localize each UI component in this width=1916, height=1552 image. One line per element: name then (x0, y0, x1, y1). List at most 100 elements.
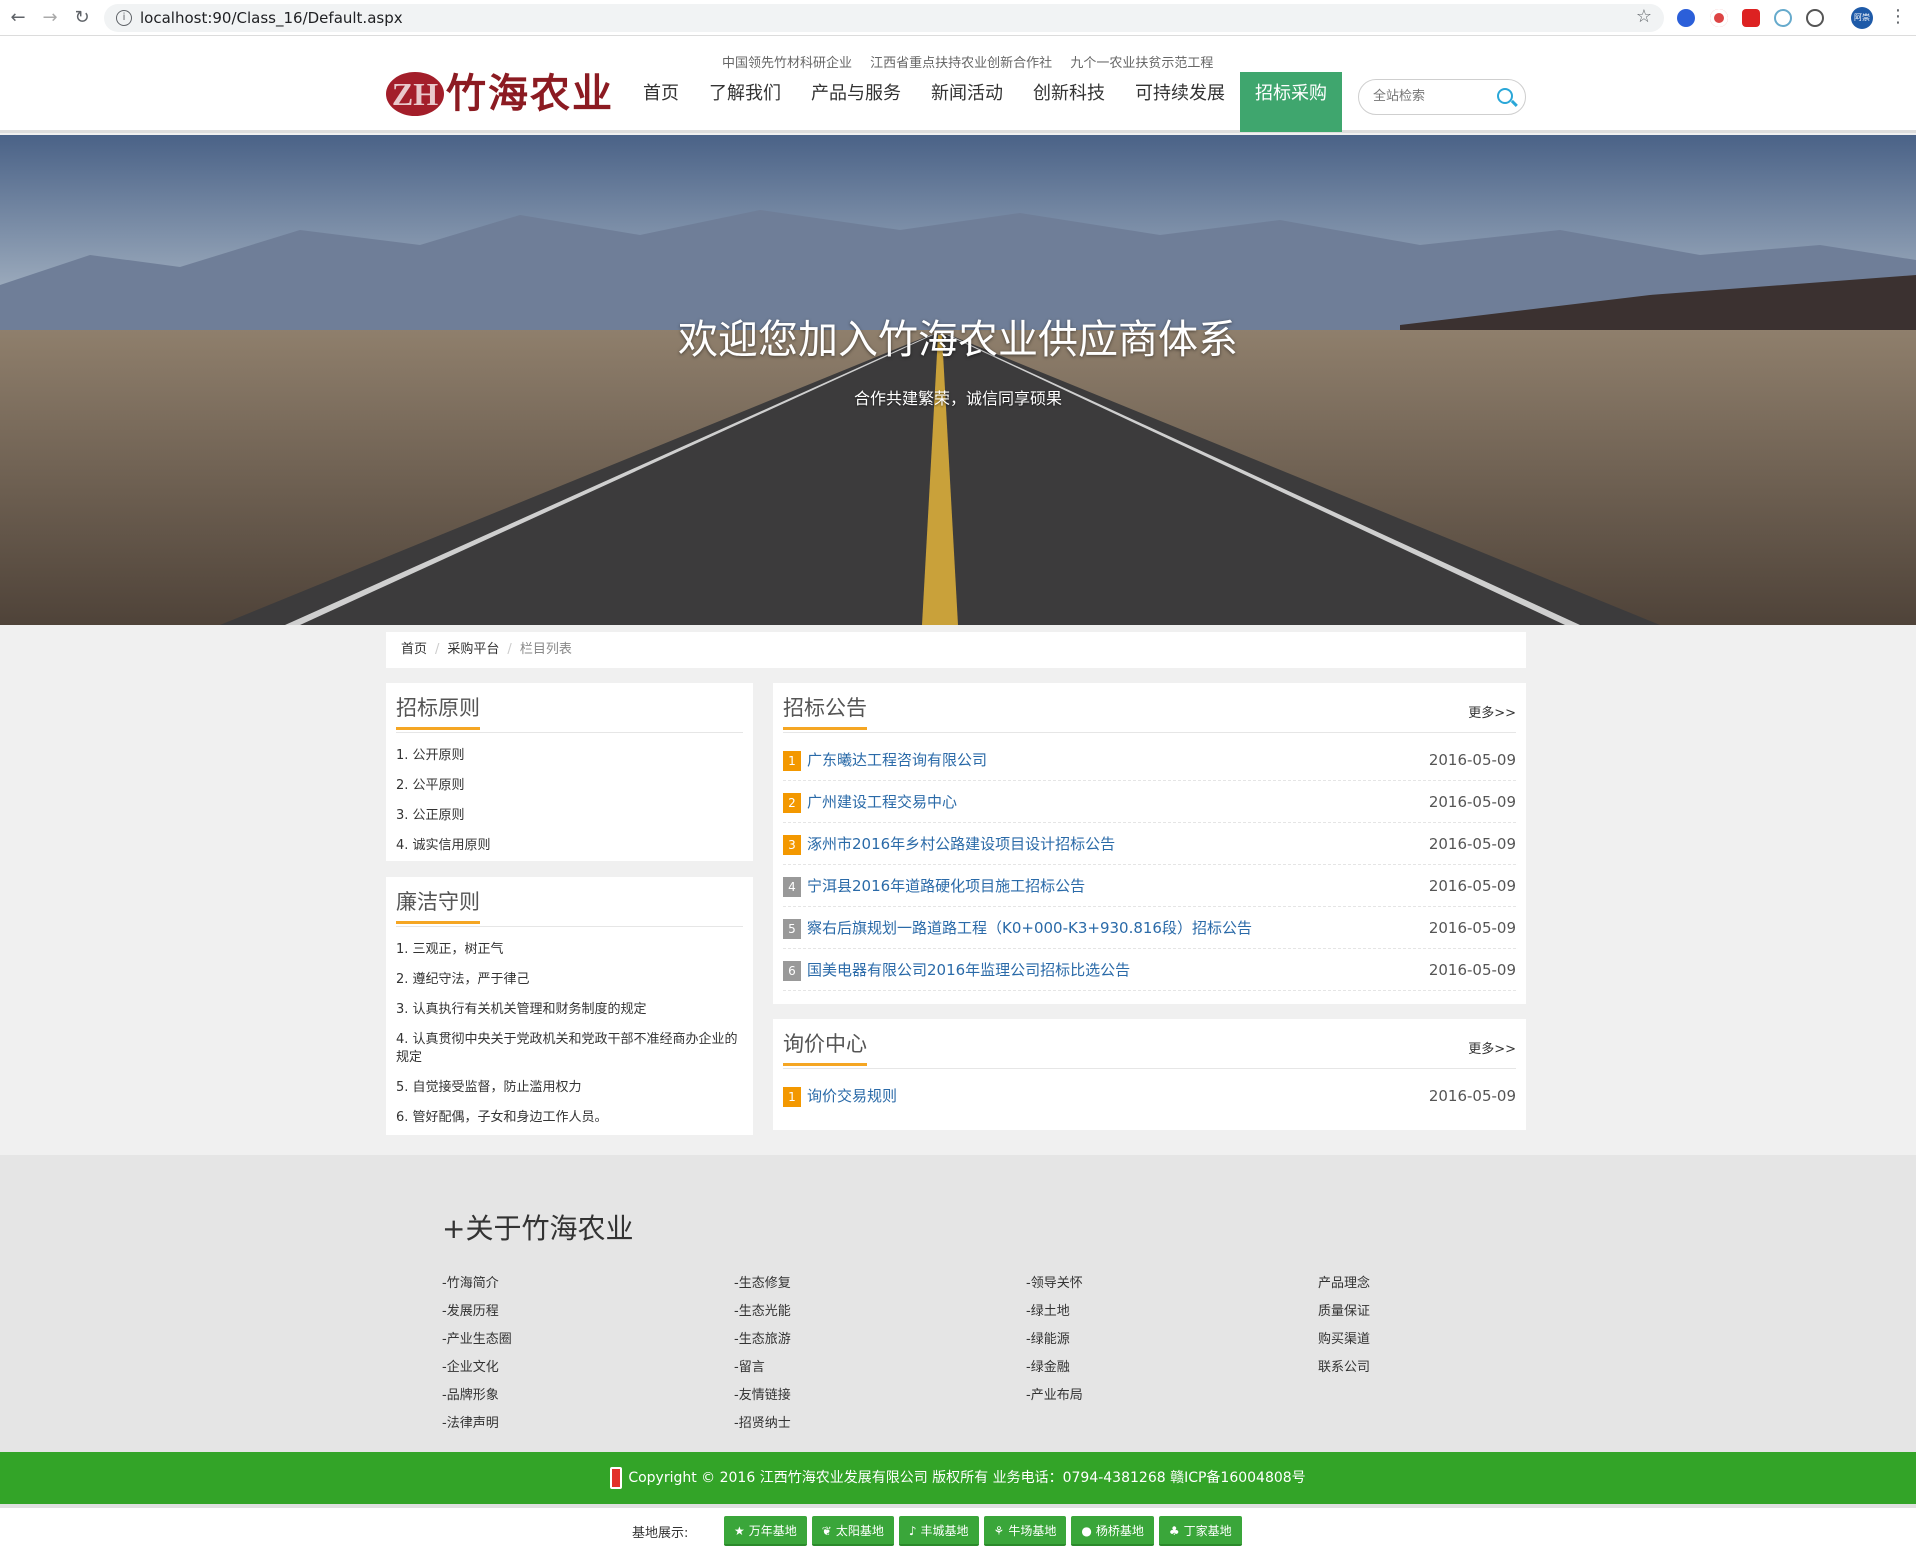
hero-banner: 欢迎您加入竹海农业供应商体系 合作共建繁荣，诚信同享硕果 (0, 135, 1916, 625)
list-item: 2. 公平原则 (396, 778, 465, 793)
base-button[interactable]: ⚘ 牛场基地 (983, 1516, 1067, 1546)
footer-link[interactable]: -招贤纳士 (734, 1415, 791, 1443)
notice-link[interactable]: 宁洱县2016年道路硬化项目施工招标公告 (807, 865, 1085, 907)
more-link[interactable]: 更多>> (1468, 1038, 1516, 1057)
list-item: 2. 遵纪守法，严于律己 (396, 972, 530, 987)
nav-about[interactable]: 了解我们 (694, 72, 796, 132)
site-header: 中国领先竹材科研企业 江西省重点扶持农业创新合作社 九个一农业扶贫示范工程 ZH… (0, 36, 1916, 133)
footer-link[interactable]: -法律声明 (442, 1415, 512, 1443)
principles-panel: 招标原则 1. 公开原则 2. 公平原则 3. 公正原则 4. 诚实信用原则 (386, 683, 753, 861)
notice-date: 2016-05-09 (1428, 877, 1516, 895)
more-link[interactable]: 更多>> (1468, 702, 1516, 721)
footer-link[interactable]: -竹海简介 (442, 1275, 512, 1303)
nav-products[interactable]: 产品与服务 (796, 72, 916, 132)
forward-arrow-icon[interactable]: → (40, 8, 60, 28)
footer-link[interactable]: -生态修复 (734, 1275, 791, 1303)
address-bar[interactable]: i localhost:90/Class_16/Default.aspx ☆ (104, 4, 1664, 32)
footer-link[interactable]: -企业文化 (442, 1359, 512, 1387)
nav-news[interactable]: 新闻活动 (916, 72, 1018, 132)
footer-column: -竹海简介 -发展历程 -产业生态圈 -企业文化 -品牌形象 -法律声明 (442, 1275, 512, 1443)
footer-link[interactable]: -留言 (734, 1359, 791, 1387)
footer-link[interactable]: -绿能源 (1026, 1331, 1083, 1359)
wheat-icon: ⚘ (993, 1524, 1005, 1538)
tagline: 中国领先竹材科研企业 江西省重点扶持农业创新合作社 九个一农业扶贫示范工程 (722, 52, 1227, 71)
extension-icon[interactable] (1742, 9, 1760, 27)
notice-link[interactable]: 广州建设工程交易中心 (807, 781, 957, 823)
back-arrow-icon[interactable]: ← (8, 8, 28, 28)
nav-procurement[interactable]: 招标采购 (1240, 72, 1342, 132)
notice-date: 2016-05-09 (1428, 919, 1516, 937)
footer-link[interactable]: -领导关怀 (1026, 1275, 1083, 1303)
footer-link[interactable]: 质量保证 (1318, 1303, 1370, 1331)
extension-icon[interactable] (1806, 9, 1824, 27)
banner-subtitle: 合作共建繁荣，诚信同享硕果 (853, 389, 1062, 408)
panel-title: 询价中心 (783, 1031, 867, 1066)
notice-link[interactable]: 涿州市2016年乡村公路建设项目设计招标公告 (807, 823, 1115, 865)
copyright-bar: Copyright © 2016 江西竹海农业发展有限公司 版权所有 业务电话：… (0, 1452, 1916, 1504)
extension-icon[interactable] (1677, 9, 1695, 27)
url-text[interactable]: localhost:90/Class_16/Default.aspx (140, 9, 403, 27)
list-item: 5. 自觉接受监督，防止滥用权力 (396, 1080, 582, 1095)
extension-icon[interactable] (1774, 9, 1792, 27)
tagline-item: 江西省重点扶持农业创新合作社 (870, 56, 1053, 71)
tagline-item: 九个一农业扶贫示范工程 (1070, 56, 1214, 71)
search-icon[interactable] (1497, 88, 1513, 104)
base-button[interactable]: ♣ 丁家基地 (1158, 1516, 1242, 1546)
inquiry-panel: 询价中心 更多>> 1 询价交易规则 2016-05-09 (773, 1019, 1526, 1130)
base-button[interactable]: ★ 万年基地 (724, 1516, 807, 1546)
footer-link[interactable]: -绿金融 (1026, 1359, 1083, 1387)
rank-badge: 5 (783, 919, 801, 939)
panel-title: 廉洁守则 (396, 889, 480, 924)
site-logo[interactable]: ZH 竹海农业 (386, 68, 612, 122)
nav-sustainability[interactable]: 可持续发展 (1120, 72, 1240, 132)
list-item: 1. 公开原则 (396, 748, 465, 763)
footer-link[interactable]: -生态光能 (734, 1303, 791, 1331)
more-menu-icon[interactable]: ⋮ (1889, 6, 1907, 28)
main-nav: 首页 了解我们 产品与服务 新闻活动 创新科技 可持续发展 招标采购 (628, 72, 1342, 134)
profile-avatar[interactable]: 阿崇 (1851, 7, 1873, 29)
extension-icon[interactable] (1710, 9, 1728, 27)
breadcrumb-separator: / (507, 642, 512, 657)
footer-link[interactable]: -友情链接 (734, 1387, 791, 1415)
search-input[interactable] (1371, 88, 1491, 105)
copyright-text: Copyright © 2016 江西竹海农业发展有限公司 版权所有 业务电话：… (628, 1470, 1306, 1486)
footer-link[interactable]: -品牌形象 (442, 1387, 512, 1415)
list-item: 3. 公正原则 (396, 808, 465, 823)
base-label: 丁家基地 (1183, 1524, 1232, 1538)
breadcrumb-procurement[interactable]: 采购平台 (447, 642, 499, 657)
footer-link[interactable]: 购买渠道 (1318, 1331, 1370, 1359)
reload-icon[interactable]: ↻ (72, 8, 92, 28)
footer-link[interactable]: -绿土地 (1026, 1303, 1083, 1331)
notice-link[interactable]: 国美电器有限公司2016年监理公司招标比选公告 (807, 949, 1130, 991)
footer-link[interactable]: -产业生态圈 (442, 1331, 512, 1359)
nav-innovation[interactable]: 创新科技 (1018, 72, 1120, 132)
rank-badge: 2 (783, 793, 801, 813)
inquiry-link[interactable]: 询价交易规则 (807, 1075, 897, 1117)
footer-link[interactable]: -发展历程 (442, 1303, 512, 1331)
list-item: 3 涿州市2016年乡村公路建设项目设计招标公告 2016-05-09 (783, 823, 1516, 865)
base-button[interactable]: ❦ 太阳基地 (811, 1516, 894, 1546)
globe-icon: ● (1081, 1524, 1092, 1538)
info-icon[interactable]: i (116, 10, 132, 26)
rank-badge: 1 (783, 751, 801, 771)
breadcrumb: 首页 / 采购平台 / 栏目列表 (386, 632, 1526, 668)
base-label: 太阳基地 (835, 1524, 884, 1538)
base-label: 丰城基地 (920, 1524, 969, 1538)
bookmark-star-icon[interactable]: ☆ (1636, 6, 1652, 27)
breadcrumb-home[interactable]: 首页 (401, 642, 427, 657)
footer-link[interactable]: -产业布局 (1026, 1387, 1083, 1415)
road-landscape-image (0, 135, 1916, 625)
tree-icon: ♣ (1168, 1524, 1180, 1538)
nav-home[interactable]: 首页 (628, 72, 694, 132)
phone-icon (610, 1467, 623, 1489)
footer-link[interactable]: -生态旅游 (734, 1331, 791, 1359)
notice-link[interactable]: 广东曦达工程咨询有限公司 (807, 739, 987, 781)
footer-link[interactable]: 联系公司 (1318, 1359, 1370, 1387)
browser-toolbar: ← → ↻ i localhost:90/Class_16/Default.as… (0, 0, 1916, 36)
logo-mark: ZH (386, 72, 444, 116)
base-button[interactable]: ● 杨桥基地 (1071, 1516, 1154, 1546)
notice-link[interactable]: 察右后旗规划一路道路工程（K0+000-K3+930.816段）招标公告 (807, 907, 1252, 949)
base-button[interactable]: ♪ 丰城基地 (898, 1516, 979, 1546)
footer-link[interactable]: 产品理念 (1318, 1275, 1370, 1303)
leaf-icon: ❦ (821, 1524, 832, 1538)
